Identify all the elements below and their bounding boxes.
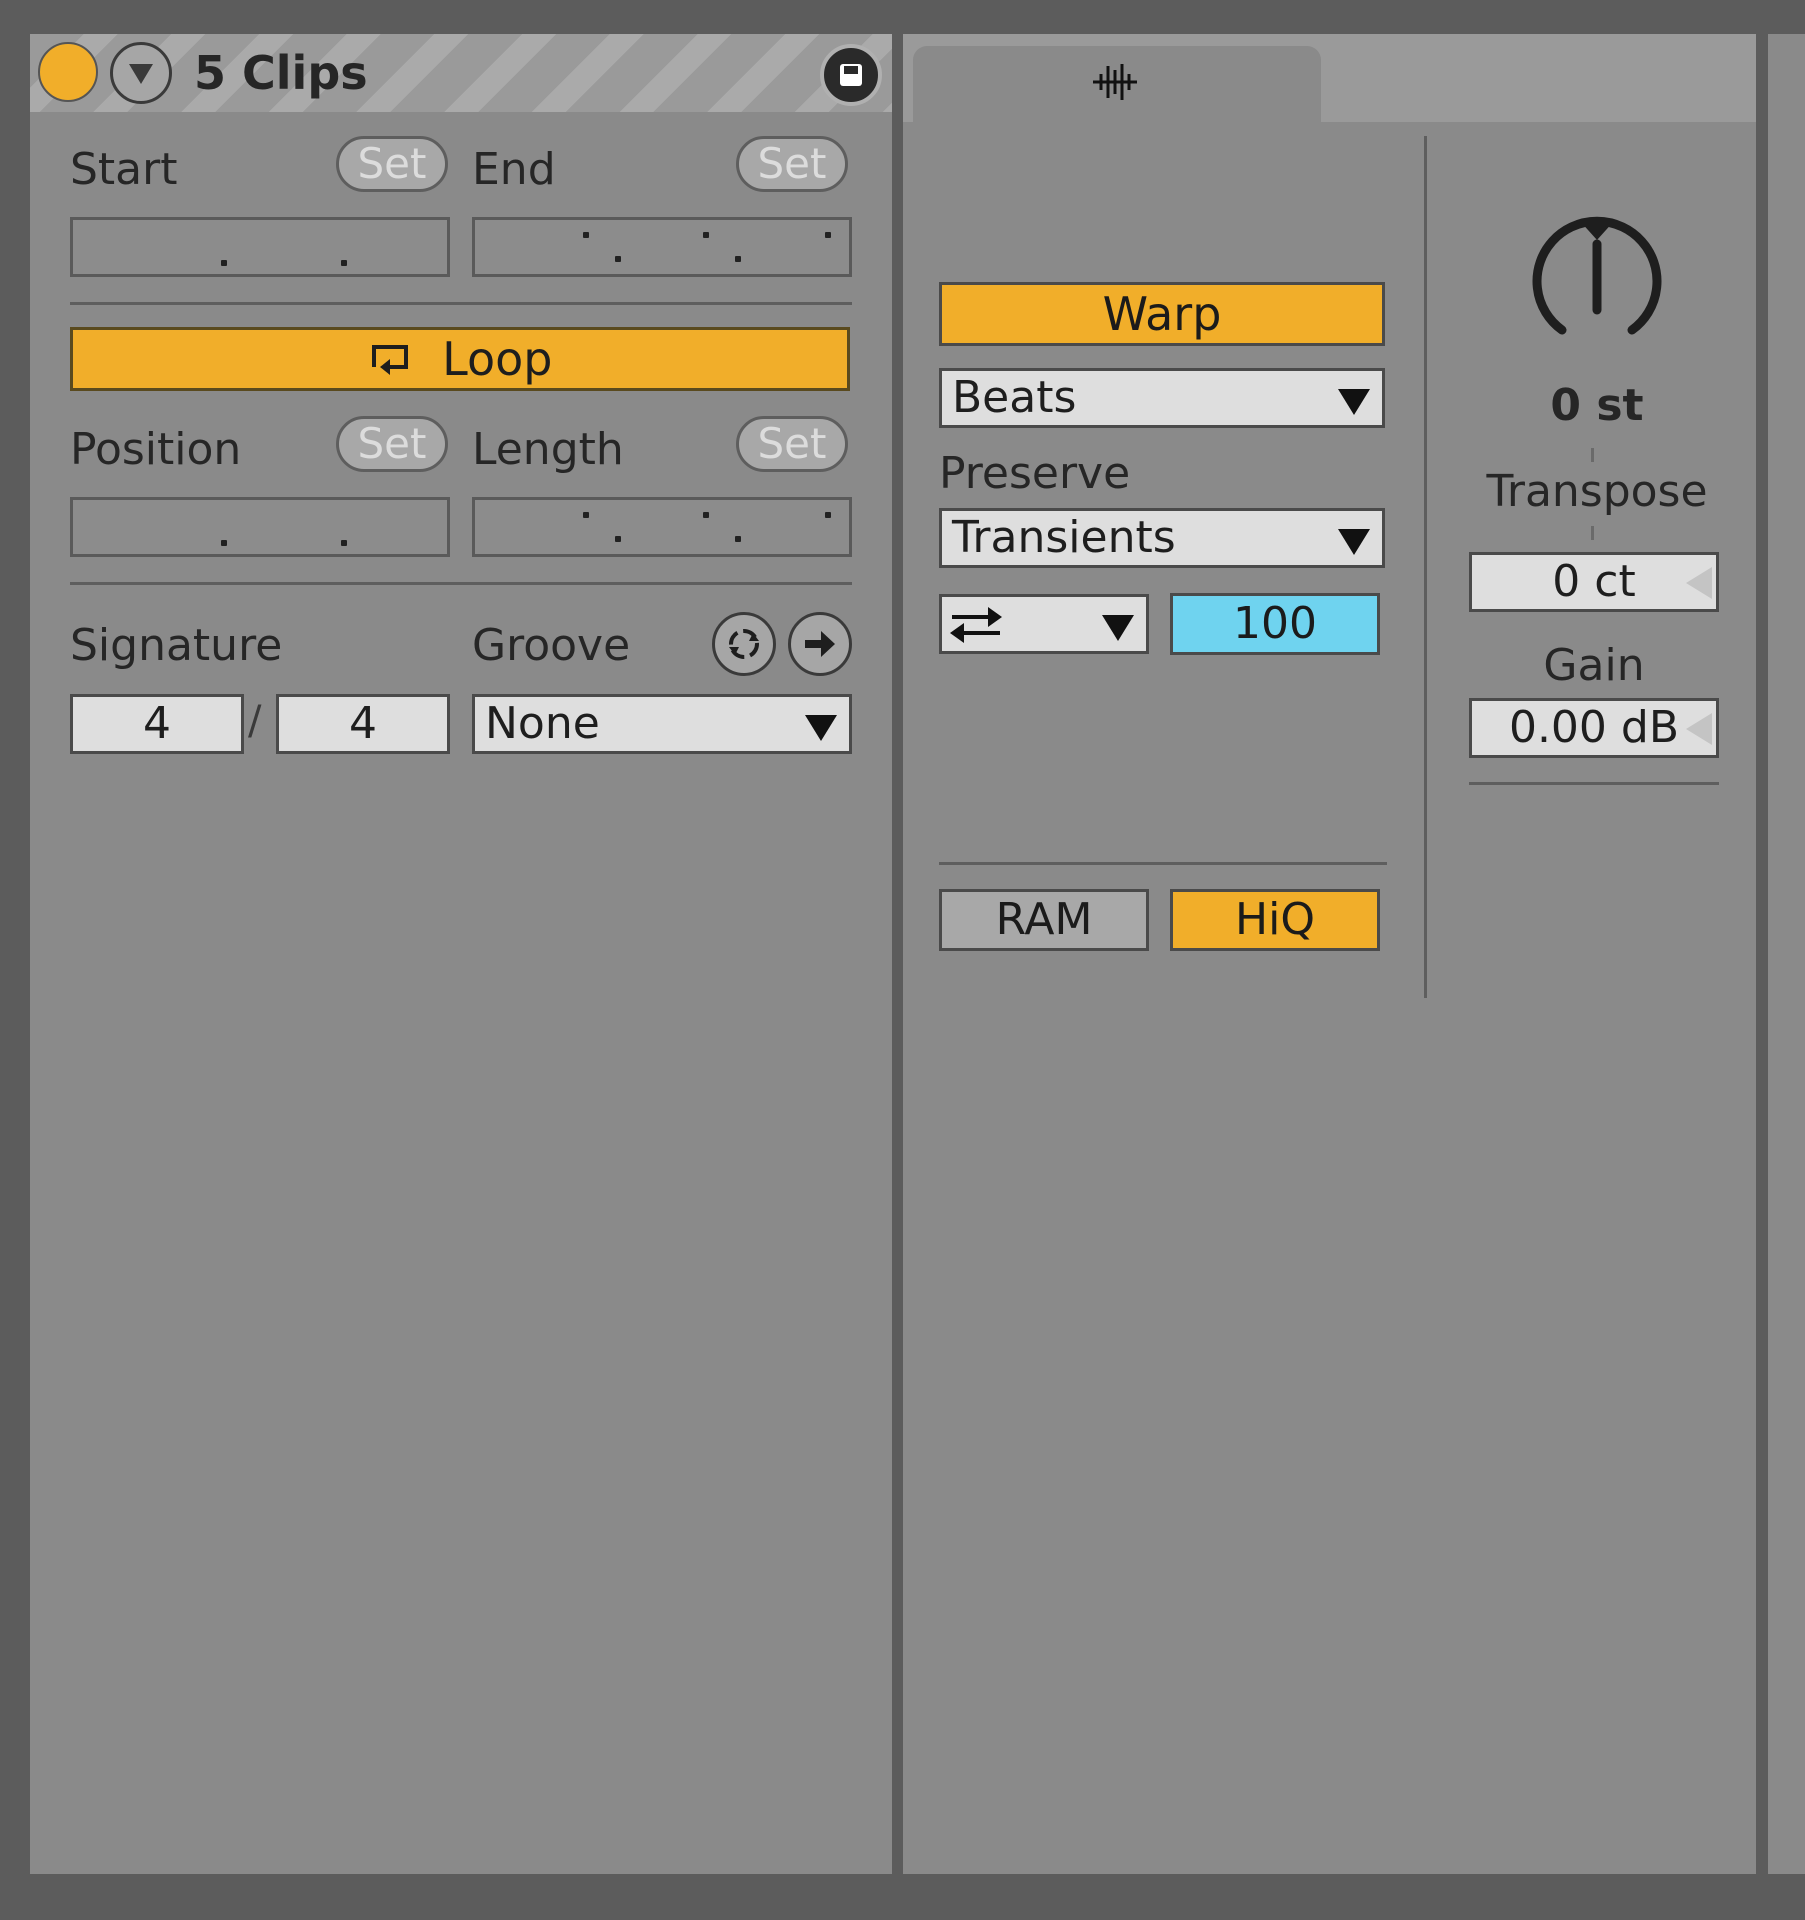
end-field[interactable] <box>472 217 852 277</box>
loop-icon <box>368 332 443 386</box>
gain-label: Gain <box>1543 640 1645 691</box>
preserve-label: Preserve <box>939 448 1131 499</box>
signature-separator: / <box>248 698 262 744</box>
adjacent-panel-edge <box>1768 34 1805 1874</box>
end-label: End <box>472 144 556 195</box>
start-field[interactable] <box>70 217 450 277</box>
chevron-down-icon <box>1338 389 1370 415</box>
commit-groove-button[interactable] <box>712 612 776 676</box>
warp-mode-dropdown[interactable]: Beats <box>939 368 1385 428</box>
groove-hotswap-button[interactable] <box>788 612 852 676</box>
tab-sample[interactable] <box>913 46 1321 136</box>
position-set-button[interactable]: Set <box>336 416 448 472</box>
sample-panel: Warp Beats Preserve Transients 100 RAM H… <box>903 34 1756 1874</box>
clip-name: 5 Clips <box>194 46 368 100</box>
preserve-dropdown[interactable]: Transients <box>939 508 1385 568</box>
gain-field[interactable]: 0.00 dB <box>1469 698 1719 758</box>
length-field[interactable] <box>472 497 852 557</box>
swap-arrows-icon <box>948 603 1004 660</box>
tick-mark <box>1591 448 1594 462</box>
signature-numerator-field[interactable]: 4 <box>70 694 244 754</box>
preserve-value: Transients <box>952 512 1176 563</box>
length-label: Length <box>472 424 624 475</box>
groove-value: None <box>485 698 600 749</box>
warp-mode-value: Beats <box>952 372 1077 423</box>
warp-button[interactable]: Warp <box>939 282 1385 346</box>
hiq-button[interactable]: HiQ <box>1170 889 1380 951</box>
tick-mark <box>1591 526 1594 540</box>
divider <box>70 582 852 585</box>
length-set-button[interactable]: Set <box>736 416 848 472</box>
save-button[interactable] <box>820 44 882 106</box>
clip-header: 5 Clips <box>30 34 892 112</box>
transpose-label: Transpose <box>1486 466 1708 517</box>
chevron-down-icon <box>1102 615 1134 641</box>
groove-label: Groove <box>472 620 631 671</box>
signature-denominator-field[interactable]: 4 <box>276 694 450 754</box>
groove-dropdown[interactable]: None <box>472 694 852 754</box>
ram-button[interactable]: RAM <box>939 889 1149 951</box>
transpose-value: 0 st <box>1550 380 1644 431</box>
position-label: Position <box>70 424 242 475</box>
triangle-left-icon <box>1686 713 1712 745</box>
section-divider <box>1424 136 1427 998</box>
gain-value: 0.00 dB <box>1508 702 1680 753</box>
start-set-button[interactable]: Set <box>336 136 448 192</box>
signature-label: Signature <box>70 620 283 671</box>
triangle-left-icon <box>1686 567 1712 599</box>
clip-panel: 5 Clips Start Set End Set Loop Position … <box>30 34 892 1874</box>
detune-field[interactable]: 0 ct <box>1469 552 1719 612</box>
divider <box>939 862 1387 865</box>
clip-activator-button[interactable] <box>38 42 98 102</box>
divider <box>70 302 852 305</box>
tab-strip <box>903 34 1756 136</box>
loop-mode-dropdown[interactable] <box>939 594 1149 654</box>
envelope-value-field[interactable]: 100 <box>1170 593 1380 655</box>
loop-button[interactable]: Loop <box>70 327 850 391</box>
end-set-button[interactable]: Set <box>736 136 848 192</box>
divider <box>1469 782 1719 785</box>
chevron-down-icon <box>805 715 837 741</box>
chevron-down-icon <box>1338 529 1370 555</box>
start-label: Start <box>70 144 178 195</box>
loop-label: Loop <box>442 332 553 386</box>
position-field[interactable] <box>70 497 450 557</box>
detune-value: 0 ct <box>1552 556 1636 607</box>
fold-button[interactable] <box>110 42 172 104</box>
